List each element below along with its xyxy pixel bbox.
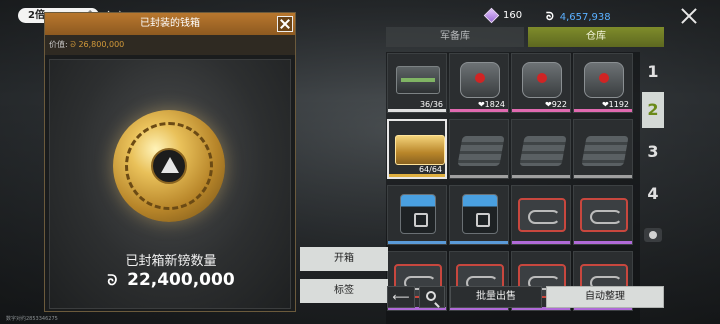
backpack-item[interactable]: ❤1824 [449, 53, 509, 113]
plates-icon [581, 136, 629, 166]
user-id-text: 数字对约2853346275 [6, 316, 58, 322]
item-count: 64/64 [418, 165, 442, 174]
auto-sort-button[interactable]: 自动整理 [546, 286, 664, 308]
value-amount: 26,800,000 [78, 40, 125, 49]
item-value-row: 价值: ᘐ 26,800,000 [45, 35, 295, 55]
armor-plates-item[interactable] [573, 119, 633, 179]
rarity-bar [450, 109, 508, 112]
crate-icon [396, 66, 440, 94]
backpack-item[interactable]: ❤922 [511, 53, 571, 113]
ammo-crate-item[interactable]: 36/36 [387, 53, 447, 113]
rarity-bar [388, 241, 446, 244]
supply-box-item[interactable] [449, 185, 509, 245]
gold-icon [395, 135, 445, 165]
pack-icon [460, 62, 500, 98]
tool-case-item[interactable] [511, 185, 571, 245]
search-icon [426, 291, 436, 301]
item-preview: 已封箱新镑数量 ᘐ 22,400,000 [49, 59, 291, 309]
item-count: ❤922 [545, 100, 567, 109]
vault-caption: 已封箱新镑数量 [125, 254, 217, 269]
box-icon [400, 194, 436, 234]
rarity-bar [512, 109, 570, 112]
coin-icon: ᘐ [107, 273, 118, 289]
panel-title: 已封装的钱箱 [45, 13, 295, 35]
vault-logo-icon [151, 148, 187, 184]
gold-cash-case-item[interactable]: 64/64 [387, 119, 447, 179]
coins-value: 4,657,938 [559, 11, 611, 23]
backpack-item[interactable]: ❤1192 [573, 53, 633, 113]
rarity-bar [512, 241, 570, 244]
vault-dial-icon [113, 110, 225, 222]
page-button-3[interactable]: 3 [642, 134, 664, 170]
value-coin-icon: ᘐ [70, 40, 76, 49]
item-count: ❤1192 [601, 100, 629, 109]
diamond-icon [483, 7, 500, 24]
page-button-2[interactable]: 2 [642, 92, 664, 128]
tag-button[interactable]: 标签 [300, 279, 388, 303]
rarity-bar [574, 109, 632, 112]
case-icon [518, 198, 566, 232]
rarity-bar [574, 241, 632, 244]
back-arrow-icon[interactable]: ⟵ [387, 286, 415, 308]
settings-icon[interactable] [644, 228, 662, 242]
open-box-button[interactable]: 开箱 [300, 247, 388, 271]
gems-value: 160 [503, 10, 523, 21]
item-count: ❤1824 [477, 100, 505, 109]
bulk-sell-button[interactable]: 批量出售 [450, 286, 542, 308]
rarity-bar [389, 174, 445, 177]
vault-amount-value: 22,400,000 [127, 270, 235, 290]
page-button-1[interactable]: 1 [642, 54, 664, 90]
pack-icon [584, 62, 624, 98]
inventory-grid: 36/36 ❤1824 ❤922 ❤1192 64/64 [386, 52, 640, 324]
tool-case-item[interactable] [573, 185, 633, 245]
tab-armory[interactable]: 军备库 [386, 27, 524, 47]
page-button-4[interactable]: 4 [642, 176, 664, 212]
rarity-bar [388, 109, 446, 112]
vault-amount: ᘐ 22,400,000 [50, 270, 292, 290]
close-icon[interactable] [680, 7, 698, 25]
supply-box-item[interactable] [387, 185, 447, 245]
search-button[interactable] [419, 286, 445, 308]
rarity-bar [574, 175, 632, 178]
gems-counter: 160 [483, 7, 523, 24]
coin-icon: ᘐ [546, 10, 554, 23]
plates-icon [457, 136, 505, 166]
coins-counter: ᘐ 4,657,938 [546, 10, 611, 24]
case-icon [580, 198, 628, 232]
value-label: 价值: [49, 40, 71, 49]
rarity-bar [450, 175, 508, 178]
tab-warehouse[interactable]: 仓库 [528, 27, 664, 47]
plates-icon [519, 136, 567, 166]
panel-close-icon[interactable] [277, 16, 293, 32]
item-count: 36/36 [419, 100, 443, 109]
item-detail-panel: 已封装的钱箱 价值: ᘐ 26,800,000 已封箱新镑数量 ᘐ 22,400… [44, 12, 296, 312]
armor-plates-item[interactable] [511, 119, 571, 179]
rarity-bar [450, 241, 508, 244]
box-icon [462, 194, 498, 234]
armor-plates-item[interactable] [449, 119, 509, 179]
pack-icon [522, 62, 562, 98]
rarity-bar [512, 175, 570, 178]
